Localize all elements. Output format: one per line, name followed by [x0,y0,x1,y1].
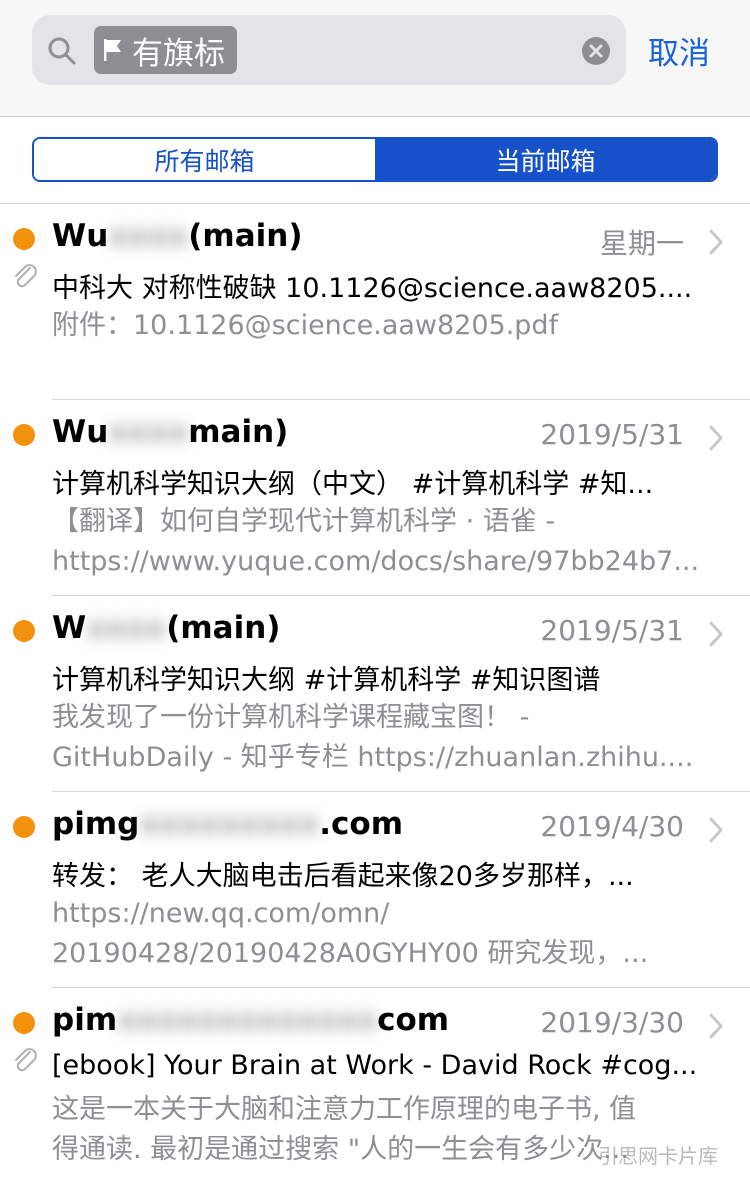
unread-dot [13,424,35,446]
segment-all-mailboxes[interactable]: 所有邮箱 [34,139,375,180]
mail-date: 2019/5/31 [540,614,684,647]
segment-current-mailbox[interactable]: 当前邮箱 [375,139,716,180]
clear-search-button[interactable] [582,37,610,65]
mailbox-scope-segmented-control: 所有邮箱 当前邮箱 [32,137,718,182]
unread-dot [13,228,35,250]
unread-dot [13,816,35,838]
watermark: 引思网卡片库 [598,1144,718,1168]
mail-sender: Wuxxxx(main) [52,218,303,254]
chevron-right-icon [709,817,723,843]
token-label: 有旗标 [132,35,225,72]
cancel-button[interactable]: 取消 [648,28,710,73]
attachment-icon [15,264,37,288]
mail-list: Wuxxxx(main) 星期一 中科大 对称性破缺 10.1126@scien… [0,204,750,1184]
search-bar: 有旗标 取消 [0,0,750,117]
mail-preview: 我发现了一份计算机科学课程藏宝图！ - GitHubDaily - 知乎专栏 h… [52,702,694,773]
mail-preview: 附件：10.1126@science.aaw8205.pdf [52,310,559,341]
mail-row[interactable]: Wxxxx(main) 2019/5/31 计算机科学知识大纲 #计算机科学 #… [13,596,750,792]
mail-sender: Wxxxx(main) [52,610,281,646]
mail-row[interactable]: pimgxxxxxxxxx.com 2019/4/30 转发： 老人大脑电击后看… [13,792,750,988]
flagged-filter-token[interactable]: 有旗标 [94,26,237,74]
clear-icon [589,44,603,58]
mail-subject: 计算机科学知识大纲（中文） #计算机科学 #知... [52,469,654,500]
chevron-right-icon [709,229,723,255]
chevron-right-icon [709,425,723,451]
mail-preview: 【翻译】如何自学现代计算机科学 · 语雀 - https://www.yuque… [52,506,700,577]
mail-subject: 计算机科学知识大纲 #计算机科学 #知识图谱 [52,665,601,696]
mail-row[interactable]: Wuxxxx(main) 星期一 中科大 对称性破缺 10.1126@scien… [13,204,750,400]
unread-dot [13,620,35,642]
unread-dot [13,1012,35,1034]
mail-preview: https://new.qq.com/omn/ 20190428/2019042… [52,898,649,969]
search-input[interactable]: 有旗标 [32,15,626,85]
attachment-icon [15,1048,37,1072]
mail-subject: 转发： 老人大脑电击后看起来像20多岁那样，... [52,861,634,892]
mail-subject: [ebook] Your Brain at Work - David Rock … [52,1050,698,1081]
mail-date: 星期一 [599,227,684,260]
mail-sender: pimgxxxxxxxxx.com [52,806,404,842]
mail-sender: pimxxxxxxxxxxxxxcom [52,1002,450,1038]
search-icon [48,37,76,65]
flag-icon [104,39,121,61]
mail-subject: 中科大 对称性破缺 10.1126@science.aaw8205.... [52,273,693,304]
mail-row[interactable]: Wuxxxxmain) 2019/5/31 计算机科学知识大纲（中文） #计算机… [13,400,750,596]
mail-date: 2019/5/31 [540,418,684,451]
mail-date: 2019/3/30 [540,1006,684,1039]
chevron-right-icon [709,1013,723,1039]
mail-sender: Wuxxxxmain) [52,414,289,450]
mail-date: 2019/4/30 [540,810,684,843]
chevron-right-icon [709,621,723,647]
